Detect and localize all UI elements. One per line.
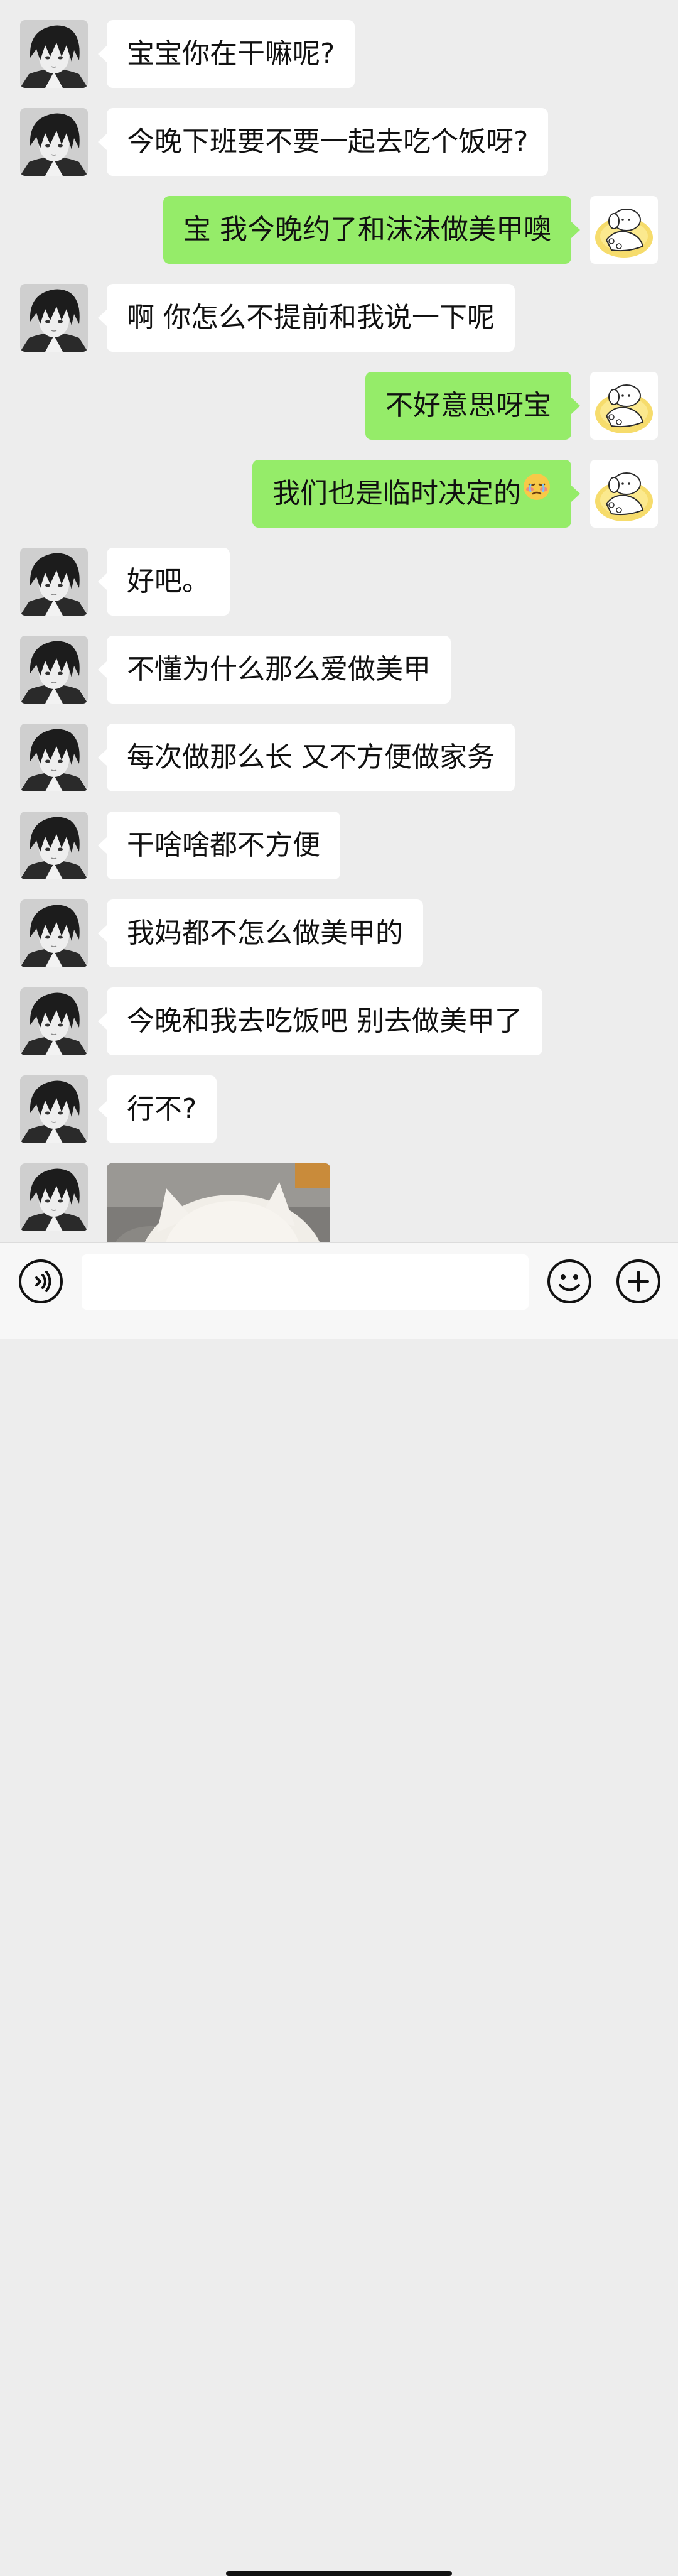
chat-message-list[interactable]: 宝宝你在干嘛呢? 今晚下班要不要一起去吃个饭呀? 宝 我今晚约了和沫沫做美甲噢 … — [0, 0, 678, 1242]
self-avatar[interactable] — [590, 196, 658, 264]
message-row: 啊 你怎么不提前和我说一下呢 — [0, 284, 678, 352]
message-text: 我们也是临时决定的 — [272, 477, 521, 509]
message-input[interactable] — [82, 1254, 529, 1310]
outgoing-message-bubble[interactable]: 宝 我今晚约了和沫沫做美甲噢 — [163, 196, 580, 264]
message-row: 每次做那么长 又不方便做家务 — [0, 724, 678, 791]
message-row: 今晚下班要不要一起去吃个饭呀? — [0, 108, 678, 176]
message-row: 行不? — [0, 1075, 678, 1143]
message-row: 我妈都不怎么做美甲的 — [0, 899, 678, 967]
outgoing-message-bubble[interactable]: 不好意思呀宝 — [365, 372, 580, 440]
home-indicator — [226, 2571, 452, 2576]
incoming-message-bubble[interactable]: 干啥啥都不方便 — [98, 812, 340, 879]
contact-avatar[interactable] — [20, 724, 88, 791]
incoming-message-bubble[interactable]: 今晚和我去吃饭吧 别去做美甲了 — [98, 987, 542, 1055]
chat-input-bar — [0, 1242, 678, 2576]
incoming-message-bubble[interactable]: 好吧。 — [98, 548, 230, 616]
contact-avatar[interactable] — [20, 1075, 88, 1143]
incoming-message-bubble[interactable]: 我妈都不怎么做美甲的 — [98, 899, 423, 967]
contact-avatar[interactable] — [20, 284, 88, 352]
contact-avatar[interactable] — [20, 20, 88, 88]
contact-avatar[interactable] — [20, 987, 88, 1055]
incoming-message-bubble[interactable]: 不懂为什么那么爱做美甲 — [98, 636, 451, 704]
incoming-message-bubble[interactable]: 每次做那么长 又不方便做家务 — [98, 724, 515, 791]
self-avatar[interactable] — [590, 372, 658, 440]
incoming-message-bubble[interactable]: 啊 你怎么不提前和我说一下呢 — [98, 284, 515, 352]
message-row: 不懂为什么那么爱做美甲 — [0, 636, 678, 704]
message-row: 不好意思呀宝 — [0, 372, 678, 440]
message-row: 我们也是临时决定的 — [0, 460, 678, 528]
message-row: 宝宝你在干嘛呢? — [0, 20, 678, 88]
message-row: 干啥啥都不方便 — [0, 812, 678, 879]
contact-avatar[interactable] — [20, 636, 88, 704]
self-avatar[interactable] — [590, 460, 658, 528]
voice-icon[interactable] — [18, 1258, 64, 1305]
message-row: 好吧。 — [0, 548, 678, 616]
contact-avatar[interactable] — [20, 899, 88, 967]
message-row — [0, 1163, 678, 1242]
contact-avatar[interactable] — [20, 108, 88, 176]
blushing-tears-emoji-icon — [522, 459, 551, 526]
incoming-message-bubble[interactable]: 行不? — [97, 1075, 217, 1143]
outgoing-message-bubble[interactable]: 我们也是临时决定的 — [252, 459, 580, 528]
incoming-message-bubble[interactable]: 今晚下班要不要一起去吃个饭呀? — [97, 108, 549, 176]
message-row: 宝 我今晚约了和沫沫做美甲噢 — [0, 196, 678, 264]
message-row: 今晚和我去吃饭吧 别去做美甲了 — [0, 987, 678, 1055]
emoji-smile-icon[interactable] — [546, 1258, 593, 1305]
plus-circle-icon[interactable] — [615, 1258, 662, 1305]
white-cat-photo-message[interactable] — [107, 1163, 330, 1242]
contact-avatar[interactable] — [20, 812, 88, 879]
contact-avatar[interactable] — [20, 1163, 88, 1231]
incoming-message-bubble[interactable]: 宝宝你在干嘛呢? — [97, 20, 355, 88]
contact-avatar[interactable] — [20, 548, 88, 616]
